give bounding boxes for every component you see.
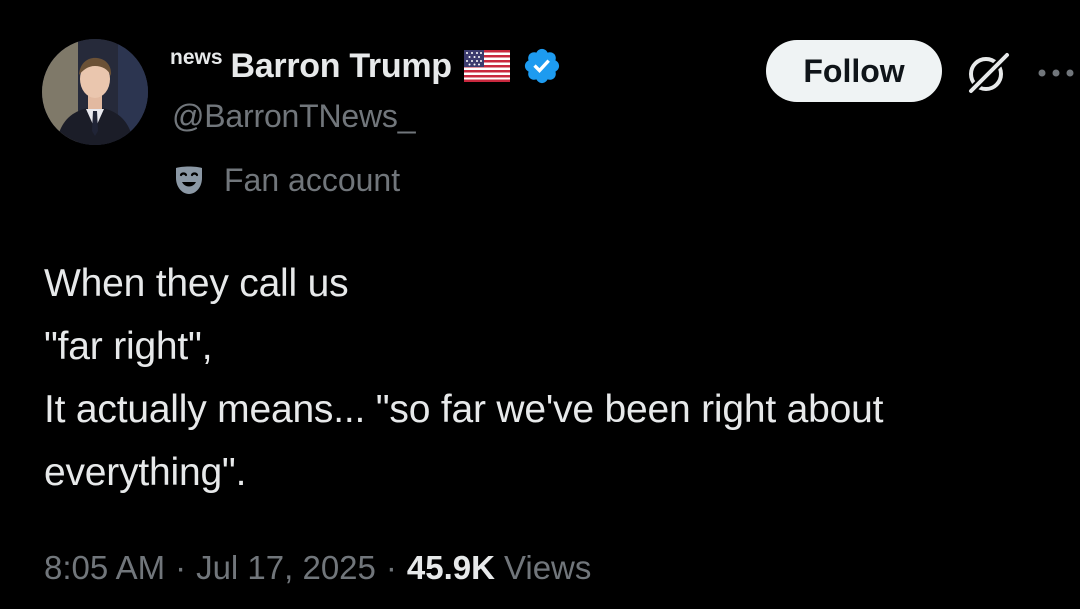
- fan-account-label: Fan account: [224, 161, 401, 198]
- theater-mask-icon: [172, 163, 206, 197]
- tweet-line: everything".: [44, 451, 247, 494]
- tweet-time[interactable]: 8:05 AM: [44, 549, 165, 587]
- verified-badge-icon[interactable]: [522, 46, 562, 86]
- meta-separator: ·: [175, 549, 187, 586]
- avatar[interactable]: [42, 39, 148, 145]
- grok-icon[interactable]: [962, 46, 1014, 98]
- tweet-line: When they call us: [44, 262, 349, 305]
- tweet-meta: 8:05 AM · Jul 17, 2025 · 45.9K Views: [44, 546, 591, 590]
- views-count[interactable]: 45.9K: [407, 549, 495, 587]
- tweet-card: news Barron Trump @BarronTNews_ Fan acco…: [0, 0, 1080, 609]
- follow-button[interactable]: Follow: [766, 40, 942, 102]
- meta-separator: ·: [385, 549, 397, 586]
- display-name[interactable]: Barron Trump: [231, 47, 453, 86]
- tweet-date[interactable]: Jul 17, 2025: [196, 549, 376, 587]
- tweet-line: It actually means... "so far we've been …: [44, 388, 884, 431]
- us-flag-icon: [463, 50, 510, 82]
- author-handle[interactable]: @BarronTNews_: [172, 98, 415, 135]
- avatar-image: [42, 39, 148, 145]
- account-label-row: Fan account: [172, 158, 400, 202]
- views-label: Views: [503, 549, 592, 586]
- name-prefix: news: [170, 46, 223, 69]
- tweet-text: When they call us "far right", It actual…: [44, 252, 1044, 504]
- author-name-row: news Barron Trump: [170, 44, 562, 88]
- more-icon[interactable]: [1036, 58, 1076, 88]
- tweet-line: "far right",: [44, 325, 213, 368]
